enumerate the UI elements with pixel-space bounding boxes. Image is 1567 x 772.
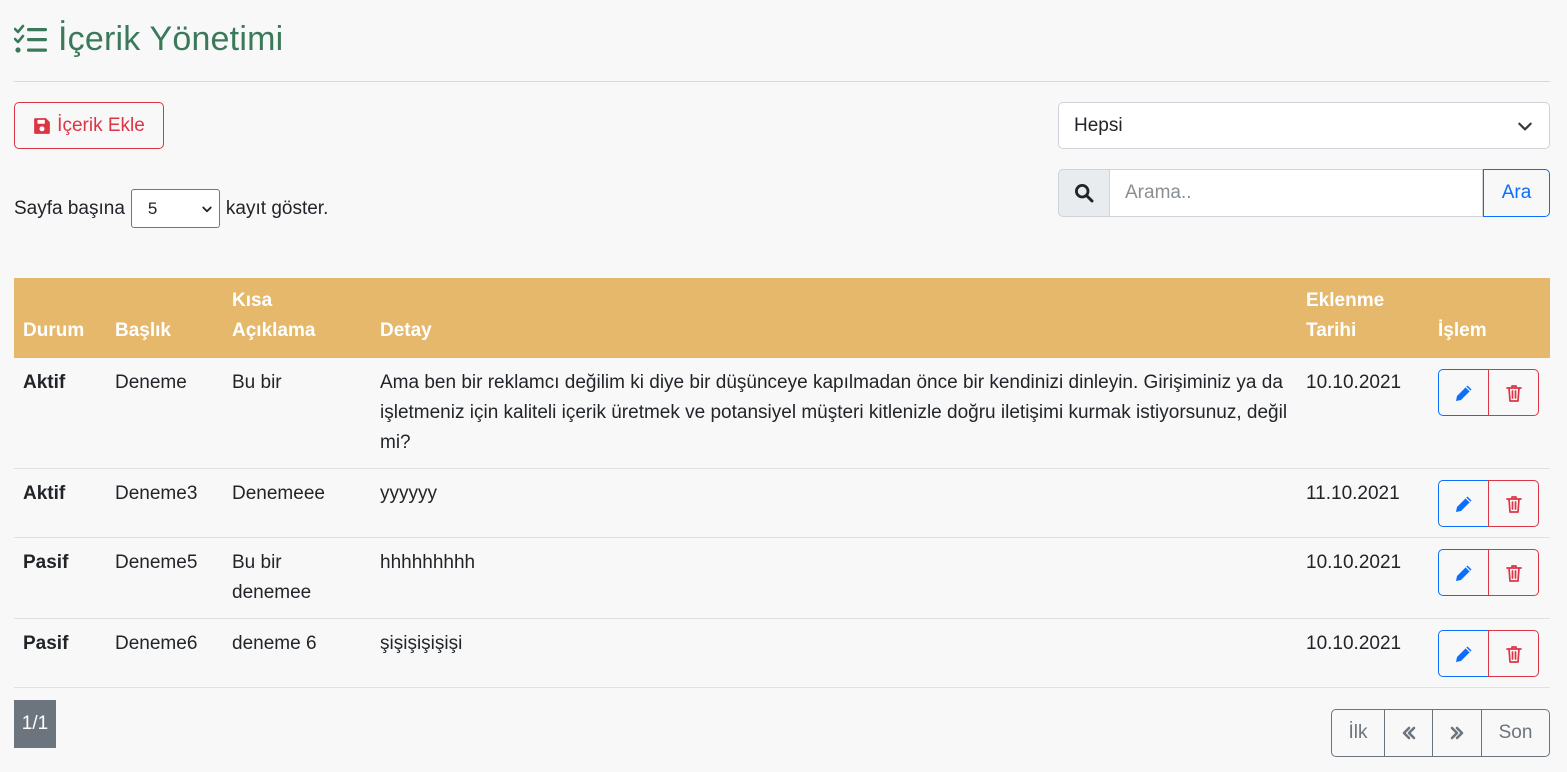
detail-cell: Ama ben bir reklamcı değilim ki diye bir…	[371, 358, 1297, 469]
trash-icon	[1505, 495, 1522, 513]
table-row: Aktif Deneme Bu bir Ama ben bir reklamcı…	[14, 358, 1550, 469]
table-row: Aktif Deneme3 Denemeee yyyyyy 11.10.2021	[14, 468, 1550, 538]
content-table: Durum Başlık Kısa Açıklama Detay Eklenme T…	[14, 278, 1550, 688]
column-header-eklenme-tarihi[interactable]: Eklenme Tarihi	[1297, 278, 1429, 358]
column-header-kisa-aciklama[interactable]: Kısa Açıklama	[223, 278, 371, 358]
edit-button[interactable]	[1438, 480, 1489, 527]
summary-cell: deneme 6	[223, 618, 371, 688]
title-cell: Deneme5	[106, 537, 223, 619]
date-cell: 11.10.2021	[1297, 468, 1429, 538]
column-header-detay[interactable]: Detay	[371, 278, 1297, 358]
page-size-select[interactable]: 5	[130, 189, 220, 228]
chevrons-left-icon	[1402, 726, 1415, 740]
pagination: İlk Son	[1331, 709, 1550, 757]
page-title: İçerik Yönetimi	[58, 20, 284, 58]
status-filter-value: Hepsi	[1074, 114, 1123, 136]
actions-cell	[1429, 618, 1550, 688]
delete-button[interactable]	[1488, 630, 1539, 677]
last-page-button[interactable]: Son	[1481, 709, 1550, 757]
search-addon	[1058, 169, 1109, 217]
date-cell: 10.10.2021	[1297, 618, 1429, 688]
column-header-durum[interactable]: Durum	[14, 278, 106, 358]
title-cell: Deneme	[106, 358, 223, 469]
detail-cell: hhhhhhhhh	[371, 537, 1297, 619]
summary-cell: Denemeee	[223, 468, 371, 538]
summary-cell: Bu bir denemee	[223, 537, 371, 619]
trash-icon	[1505, 564, 1522, 582]
first-page-button[interactable]: İlk	[1331, 709, 1385, 757]
title-cell: Deneme6	[106, 618, 223, 688]
pencil-icon	[1455, 496, 1471, 512]
per-page-suffix: kayıt göster.	[225, 197, 329, 219]
prev-page-button[interactable]	[1384, 709, 1433, 757]
edit-button[interactable]	[1438, 369, 1489, 416]
search-icon	[1074, 183, 1094, 203]
add-content-label: İçerik Ekle	[57, 114, 145, 136]
chevron-down-icon	[202, 206, 212, 212]
status-filter-select[interactable]: Hepsi	[1058, 102, 1550, 149]
table-header-row: Durum Başlık Kısa Açıklama Detay Eklenme T…	[14, 278, 1550, 358]
actions-cell	[1429, 358, 1550, 469]
page-header: İçerik Yönetimi	[14, 18, 1550, 82]
date-cell: 10.10.2021	[1297, 358, 1429, 469]
list-check-icon	[14, 24, 47, 53]
per-page-control: Sayfa başına 5 kayıt göster.	[14, 189, 328, 228]
search-input[interactable]	[1109, 169, 1483, 217]
delete-button[interactable]	[1488, 549, 1539, 596]
status-cell: Pasif	[14, 537, 106, 619]
column-header-islem: İşlem	[1438, 320, 1487, 341]
per-page-prefix: Sayfa başına	[14, 197, 125, 219]
detail-cell: yyyyyy	[371, 468, 1297, 538]
title-cell: Deneme3	[106, 468, 223, 538]
table-row: Pasif Deneme6 deneme 6 şişişişişişi 10.1…	[14, 618, 1550, 688]
save-icon	[34, 117, 51, 134]
add-content-button[interactable]: İçerik Ekle	[14, 102, 164, 149]
search-button[interactable]: Ara	[1483, 169, 1550, 217]
table-row: Pasif Deneme5 Bu bir denemee hhhhhhhhh 1…	[14, 537, 1550, 619]
search-group: Ara	[1058, 169, 1550, 217]
status-cell: Pasif	[14, 618, 106, 688]
edit-button[interactable]	[1438, 549, 1489, 596]
column-header-baslik[interactable]: Başlık	[106, 278, 223, 358]
page-indicator: 1/1	[14, 700, 56, 748]
chevrons-right-icon	[1450, 726, 1464, 740]
next-page-button[interactable]	[1432, 709, 1482, 757]
actions-cell	[1429, 468, 1550, 538]
delete-button[interactable]	[1488, 369, 1539, 416]
pencil-icon	[1455, 646, 1471, 662]
status-cell: Aktif	[14, 468, 106, 538]
pencil-icon	[1455, 565, 1471, 581]
detail-cell: şişişişişişi	[371, 618, 1297, 688]
delete-button[interactable]	[1488, 480, 1539, 527]
actions-cell	[1429, 537, 1550, 619]
edit-button[interactable]	[1438, 630, 1489, 677]
date-cell: 10.10.2021	[1297, 537, 1429, 619]
trash-icon	[1505, 384, 1522, 402]
pencil-icon	[1455, 385, 1471, 401]
chevron-down-icon	[1518, 122, 1532, 130]
page-size-value: 5	[147, 198, 158, 218]
trash-icon	[1505, 645, 1522, 663]
status-cell: Aktif	[14, 358, 106, 469]
summary-cell: Bu bir	[223, 358, 371, 469]
